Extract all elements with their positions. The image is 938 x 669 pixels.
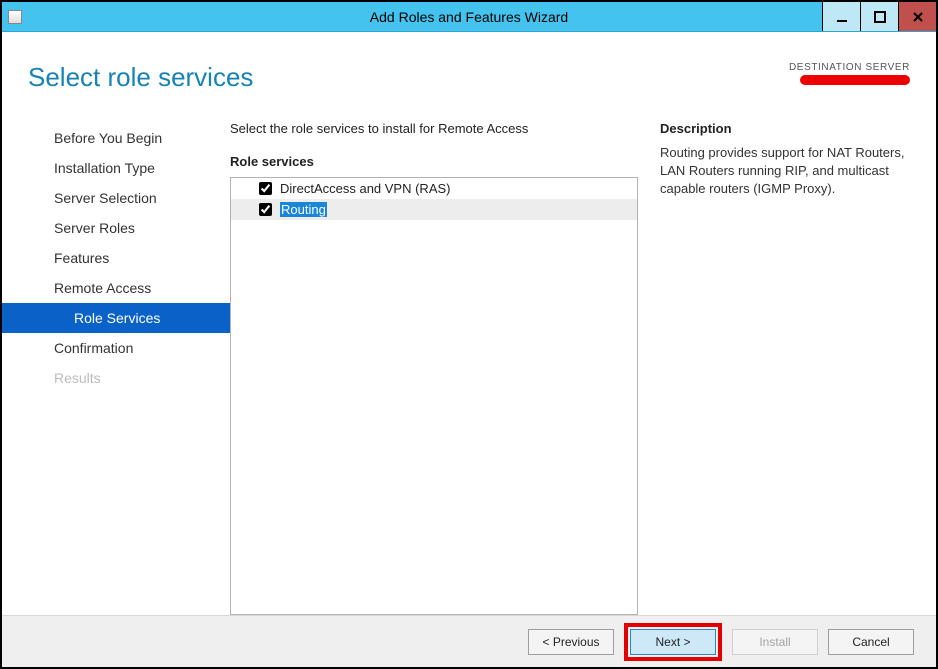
install-button: Install [732,629,818,655]
description-text: Routing provides support for NAT Routers… [660,144,910,199]
destination-block: DESTINATION SERVER [789,62,910,85]
nav-item-installation-type[interactable]: Installation Type [2,153,230,183]
instruction-text: Select the role services to install for … [230,121,638,136]
role-service-row[interactable]: Routing [231,199,637,220]
minimize-icon [836,11,848,23]
nav-item-before-you-begin[interactable]: Before You Begin [2,123,230,153]
destination-label: DESTINATION SERVER [789,62,910,73]
role-service-checkbox[interactable] [259,182,272,195]
nav-item-remote-access[interactable]: Remote Access [2,273,230,303]
maximize-button[interactable] [860,2,898,31]
maximize-icon [874,11,886,23]
nav-item-role-services[interactable]: Role Services [2,303,230,333]
close-button[interactable] [898,2,936,31]
wizard-nav: Before You BeginInstallation TypeServer … [2,103,230,615]
close-icon [912,11,924,23]
role-service-label: Routing [280,202,327,217]
app-icon [8,10,22,24]
window-controls [822,2,936,31]
nav-item-server-roles[interactable]: Server Roles [2,213,230,243]
next-button-highlight: Next > [624,623,722,661]
window-title: Add Roles and Features Wizard [2,9,936,25]
nav-item-features[interactable]: Features [2,243,230,273]
cancel-button[interactable]: Cancel [828,629,914,655]
role-services-column: Select the role services to install for … [230,121,638,615]
header-row: Select role services DESTINATION SERVER [2,32,936,103]
role-services-heading: Role services [230,154,638,169]
previous-button[interactable]: < Previous [528,629,614,655]
minimize-button[interactable] [822,2,860,31]
description-column: Description Routing provides support for… [660,121,910,615]
wizard-footer: < Previous Next > Install Cancel [2,615,936,667]
page-title: Select role services [28,62,253,93]
description-heading: Description [660,121,910,136]
nav-item-results: Results [2,363,230,393]
role-service-label: DirectAccess and VPN (RAS) [280,181,451,196]
nav-item-confirmation[interactable]: Confirmation [2,333,230,363]
role-services-list[interactable]: DirectAccess and VPN (RAS) Routing [230,177,638,615]
titlebar: Add Roles and Features Wizard [2,2,936,32]
center-area: Select the role services to install for … [230,103,910,615]
next-button[interactable]: Next > [630,629,716,655]
role-service-row[interactable]: DirectAccess and VPN (RAS) [231,178,637,199]
nav-item-server-selection[interactable]: Server Selection [2,183,230,213]
role-service-checkbox[interactable] [259,203,272,216]
main-content: Before You BeginInstallation TypeServer … [2,103,936,615]
destination-server-redacted [800,75,910,85]
